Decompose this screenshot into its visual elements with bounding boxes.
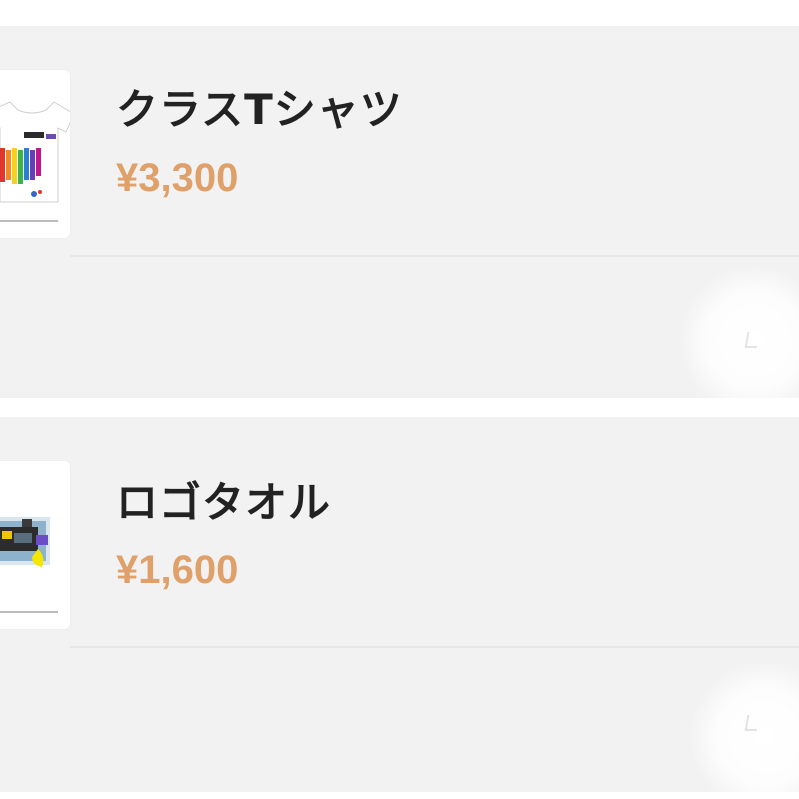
product-name[interactable]: ロゴタオル [116, 469, 331, 530]
product-price: ¥3,300 [116, 156, 239, 200]
towel-image [0, 461, 70, 629]
product-card-class-tshirt[interactable]: クラスTシャツ ¥3,300 [0, 26, 799, 398]
t-shirt-image [0, 70, 70, 238]
product-list-page: クラスTシャツ ¥3,300 ロゴタオル ¥1,600 [0, 0, 799, 799]
product-thumbnail[interactable] [0, 70, 70, 238]
divider [70, 255, 799, 257]
touch-ripple [680, 266, 799, 398]
product-name[interactable]: クラスTシャツ [116, 76, 403, 137]
product-price: ¥1,600 [116, 548, 239, 592]
product-card-logo-towel[interactable]: ロゴタオル ¥1,600 [0, 417, 799, 792]
product-thumbnail[interactable] [0, 461, 70, 629]
divider [70, 646, 799, 648]
